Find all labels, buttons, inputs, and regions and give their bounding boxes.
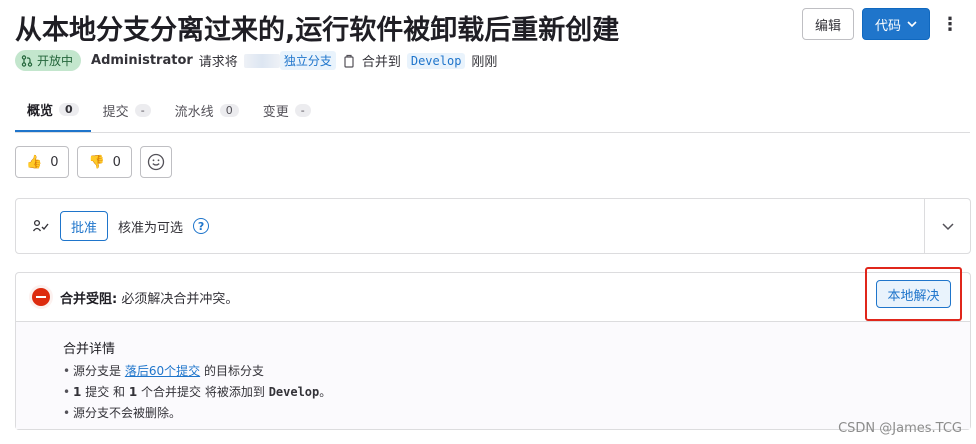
award-emoji-bar: 👍 0 👎 0: [15, 146, 172, 178]
tab-label: 概览: [27, 103, 54, 119]
thumbsdown-count: 0: [112, 154, 121, 170]
approval-user-icon: [32, 219, 49, 232]
merge-status-row: 合并受阻: 必须解决合并冲突。 本地解决: [16, 267, 970, 322]
thumbsup-icon: 👍: [26, 154, 43, 170]
detail-text: 源分支不会被删除。: [73, 406, 182, 420]
merge-commit-count: 1: [128, 385, 138, 399]
approval-widget: 批准 核准为可选 ?: [15, 198, 971, 254]
edit-button-label: 编辑: [814, 18, 841, 34]
merge-widget: 合并受阻: 必须解决合并冲突。 本地解决 合并详情 源分支是 落后60个提交 的…: [15, 267, 971, 430]
tab-pipelines[interactable]: 流水线 0: [163, 88, 251, 132]
blocked-icon: [32, 288, 50, 306]
mr-tabs: 概览 0 提交 - 流水线 0 变更 -: [15, 88, 970, 133]
thumbsdown-button[interactable]: 👎 0: [77, 146, 132, 178]
commits-behind-link[interactable]: 落后60个提交: [125, 364, 200, 378]
redacted-area: [243, 53, 280, 68]
list-item: 源分支不会被删除。: [63, 403, 970, 424]
more-actions-icon[interactable]: ⋮: [938, 8, 962, 40]
header-actions: 编辑 代码 ⋮: [801, 8, 962, 40]
chevron-down-icon: [941, 223, 954, 231]
merge-request-icon: [21, 54, 33, 67]
tab-count: -: [294, 103, 311, 117]
tab-label: 变更: [262, 104, 289, 120]
approval-optional-text: 核准为可选: [118, 220, 184, 236]
resolve-locally-label: 本地解决: [887, 288, 940, 304]
status-text: 开放中: [37, 54, 74, 68]
tab-overview[interactable]: 概览 0: [15, 88, 91, 132]
tab-commits[interactable]: 提交 -: [91, 88, 163, 132]
code-dropdown-button[interactable]: 代码: [861, 8, 930, 40]
resolve-locally-button[interactable]: 本地解决: [876, 280, 951, 308]
detail-text: 。: [319, 385, 332, 399]
tab-label: 流水线: [174, 104, 214, 120]
watermark: CSDN @James.TCG: [838, 421, 962, 436]
chevron-down-icon: [907, 21, 917, 28]
merge-details-title: 合并详情: [63, 342, 116, 357]
source-branch[interactable]: 独立分支: [279, 51, 336, 70]
request-text: 请求将: [198, 55, 238, 70]
mr-meta: 开放中 Administrator 请求将 独立分支 合并到 Develop 刚…: [15, 50, 497, 71]
approval-expand-toggle[interactable]: [924, 199, 970, 253]
status-badge: 开放中: [15, 50, 82, 71]
tab-count: 0: [219, 103, 239, 117]
detail-text: 提交 和: [85, 385, 126, 399]
commit-count: 1: [73, 385, 82, 399]
thumbsdown-icon: 👎: [88, 154, 105, 170]
tab-count: 0: [59, 102, 79, 116]
smiley-icon: [147, 153, 165, 171]
approve-button[interactable]: 批准: [60, 211, 109, 241]
blocked-text: 必须解决合并冲突。: [121, 291, 239, 307]
edit-button[interactable]: 编辑: [801, 8, 854, 40]
approve-button-label: 批准: [71, 220, 98, 236]
add-reaction-button[interactable]: [139, 146, 172, 178]
merge-details-list: 源分支是 落后60个提交 的目标分支 1 提交 和 1 个合并提交 将被添加到 …: [63, 361, 970, 424]
detail-text: 的目标分支: [203, 364, 264, 378]
detail-text: 源分支是: [73, 364, 122, 378]
tab-count: -: [134, 103, 151, 117]
target-branch[interactable]: Develop: [406, 52, 466, 69]
author-link[interactable]: Administrator: [91, 53, 193, 68]
merge-details: 合并详情 源分支是 落后60个提交 的目标分支 1 提交 和 1 个合并提交 将…: [16, 322, 970, 429]
detail-text: 个合并提交 将被添加到: [141, 385, 265, 399]
help-icon[interactable]: ?: [193, 218, 210, 234]
target-branch-name: Develop: [268, 385, 320, 399]
thumbsup-button[interactable]: 👍 0: [15, 146, 70, 178]
page-title: 从本地分支分离过来的,运行软件被卸载后重新创建: [15, 15, 620, 46]
timestamp: 刚刚: [471, 55, 498, 70]
tab-changes[interactable]: 变更 -: [251, 88, 323, 132]
tab-label: 提交: [102, 104, 129, 120]
list-item: 源分支是 落后60个提交 的目标分支: [63, 361, 970, 382]
highlight-box: 本地解决: [865, 267, 962, 321]
merge-into-text: 合并到: [361, 55, 401, 70]
blocked-title: 合并受阻:: [60, 291, 118, 307]
thumbsup-count: 0: [50, 154, 59, 170]
list-item: 1 提交 和 1 个合并提交 将被添加到 Develop。: [63, 382, 970, 403]
code-button-label: 代码: [874, 18, 901, 34]
copy-icon[interactable]: [342, 54, 356, 68]
